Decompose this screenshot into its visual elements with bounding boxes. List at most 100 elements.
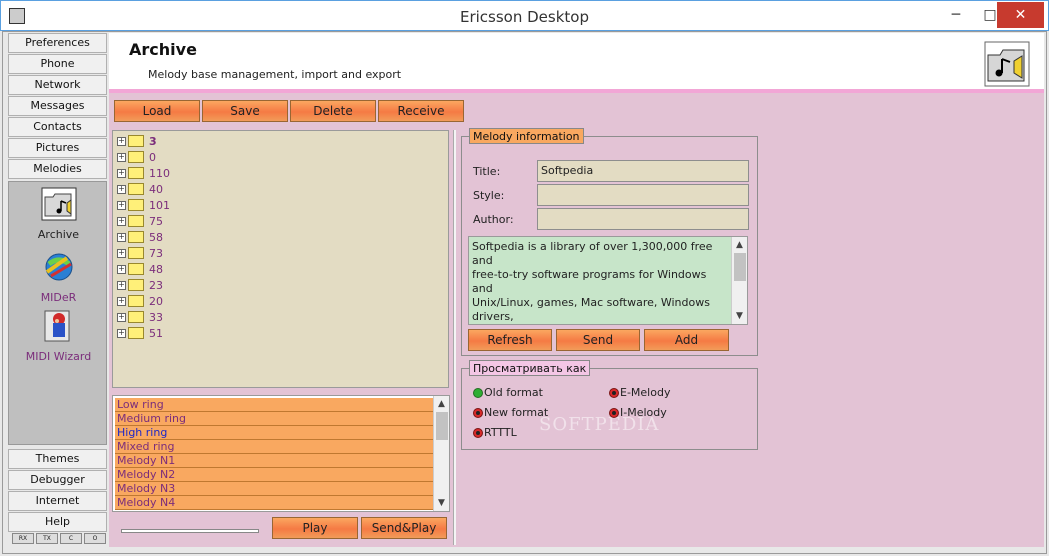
tree-item-label: 48 [149,262,163,276]
list-item[interactable]: Medium ring [115,412,433,426]
description-scrollbar[interactable]: ▲ ▼ [731,237,747,324]
scroll-up-icon[interactable]: ▲ [732,237,747,253]
scroll-down-icon[interactable]: ▼ [434,495,449,511]
scroll-up-icon[interactable]: ▲ [434,396,449,412]
tree-item[interactable]: +110 [117,165,170,181]
nav-messages[interactable]: Messages [8,96,107,116]
expand-icon[interactable]: + [117,328,126,338]
list-item[interactable]: Low ring [115,398,433,412]
nav-themes[interactable]: Themes [8,449,107,469]
radio-old-format[interactable]: Old format [473,386,543,400]
tree-item[interactable]: +75 [117,213,163,229]
playback-slider[interactable] [121,524,259,538]
list-item-selected[interactable]: High ring [115,426,433,440]
expand-icon[interactable]: + [117,264,126,274]
expand-icon[interactable]: + [117,200,126,210]
radio-rtttl[interactable]: RTTTL [473,426,517,440]
tree-item[interactable]: +33 [117,309,163,325]
receive-button[interactable]: Receive [378,100,464,122]
play-button[interactable]: Play [272,517,358,539]
melody-tree[interactable]: +3 +0 +110 +40 +101 +75 +58 +73 +48 +23 [112,130,449,388]
nav-archive[interactable]: Archive [9,187,108,241]
folder-icon [128,311,144,323]
radio-selected-icon[interactable] [473,388,483,398]
tree-item[interactable]: +23 [117,277,163,293]
close-button[interactable]: ✕ [997,2,1044,28]
tree-item[interactable]: +48 [117,261,163,277]
expand-icon[interactable]: + [117,232,126,242]
title-label: Title: [473,165,501,178]
tree-item[interactable]: +101 [117,197,170,213]
send-button[interactable]: Send [556,329,640,351]
list-item[interactable]: Melody N1 [115,454,433,468]
ringtone-list[interactable]: Low ring Medium ring High ring Mixed rin… [112,395,450,512]
list-item[interactable]: Melody N2 [115,468,433,482]
tree-item[interactable]: +3 [117,133,157,149]
expand-icon[interactable]: + [117,136,126,146]
slider-track[interactable] [121,529,259,533]
radio-unselected-icon[interactable] [473,408,483,418]
title-field[interactable]: Softpedia [537,160,749,182]
expand-icon[interactable]: + [117,312,126,322]
expand-icon[interactable]: + [117,152,126,162]
list-item[interactable]: Mixed ring [115,440,433,454]
expand-icon[interactable]: + [117,280,126,290]
author-field[interactable] [537,208,749,230]
expand-icon[interactable]: + [117,216,126,226]
nav-debugger[interactable]: Debugger [8,470,107,490]
nav-midi-wizard[interactable]: MIDI Wizard [9,309,108,363]
tree-item-label: 0 [149,150,156,164]
nav-network[interactable]: Network [8,75,107,95]
tree-item[interactable]: +20 [117,293,163,309]
tree-item[interactable]: +40 [117,181,163,197]
add-button[interactable]: Add [644,329,729,351]
list-item[interactable]: Melody N4 [115,496,433,510]
radio-new-format[interactable]: New format [473,406,548,420]
tree-item[interactable]: +0 [117,149,156,165]
tree-item[interactable]: +58 [117,229,163,245]
radio-e-melody[interactable]: E-Melody [609,386,670,400]
radio-unselected-icon[interactable] [609,388,619,398]
nav-internet[interactable]: Internet [8,491,107,511]
nav-help[interactable]: Help [8,512,107,532]
save-button[interactable]: Save [202,100,288,122]
ringtone-scrollbar[interactable]: ▲ ▼ [433,396,449,511]
nav-preferences[interactable]: Preferences [8,33,107,53]
scroll-thumb[interactable] [734,253,746,281]
radio-label: I-Melody [620,406,667,419]
delete-button[interactable]: Delete [290,100,376,122]
list-item[interactable]: Melody N3 [115,482,433,496]
page-header: Archive Melody base management, import a… [109,33,1044,93]
style-field[interactable] [537,184,749,206]
radio-unselected-icon[interactable] [473,428,483,438]
nav-melodies[interactable]: Melodies [8,159,107,179]
nav-archive-label: Archive [37,228,80,241]
expand-icon[interactable]: + [117,168,126,178]
expand-icon[interactable]: + [117,248,126,258]
refresh-button[interactable]: Refresh [468,329,552,351]
folder-icon [128,263,144,275]
scroll-thumb[interactable] [436,412,448,440]
indicator-tx: TX [36,533,58,544]
send-play-button[interactable]: Send&Play [361,517,447,539]
author-label: Author: [473,213,514,226]
nav-contacts[interactable]: Contacts [8,117,107,137]
nav-mider[interactable]: MIDeR [9,250,108,304]
tree-item[interactable]: +51 [117,325,163,341]
description-textarea[interactable]: Softpedia is a library of over 1,300,000… [468,236,748,325]
nav-phone[interactable]: Phone [8,54,107,74]
folder-icon [128,215,144,227]
load-button[interactable]: Load [114,100,200,122]
tree-item[interactable]: +73 [117,245,163,261]
nav-pictures[interactable]: Pictures [8,138,107,158]
main-panel: Archive Melody base management, import a… [109,33,1044,547]
radio-label: New format [484,406,549,419]
radio-unselected-icon[interactable] [609,408,619,418]
expand-icon[interactable]: + [117,296,126,306]
expand-icon[interactable]: + [117,184,126,194]
minimize-button[interactable]: ─ [939,2,973,28]
radio-i-melody[interactable]: I-Melody [609,406,667,420]
splitter[interactable] [453,130,456,545]
folder-icon [128,199,144,211]
scroll-down-icon[interactable]: ▼ [732,308,747,324]
